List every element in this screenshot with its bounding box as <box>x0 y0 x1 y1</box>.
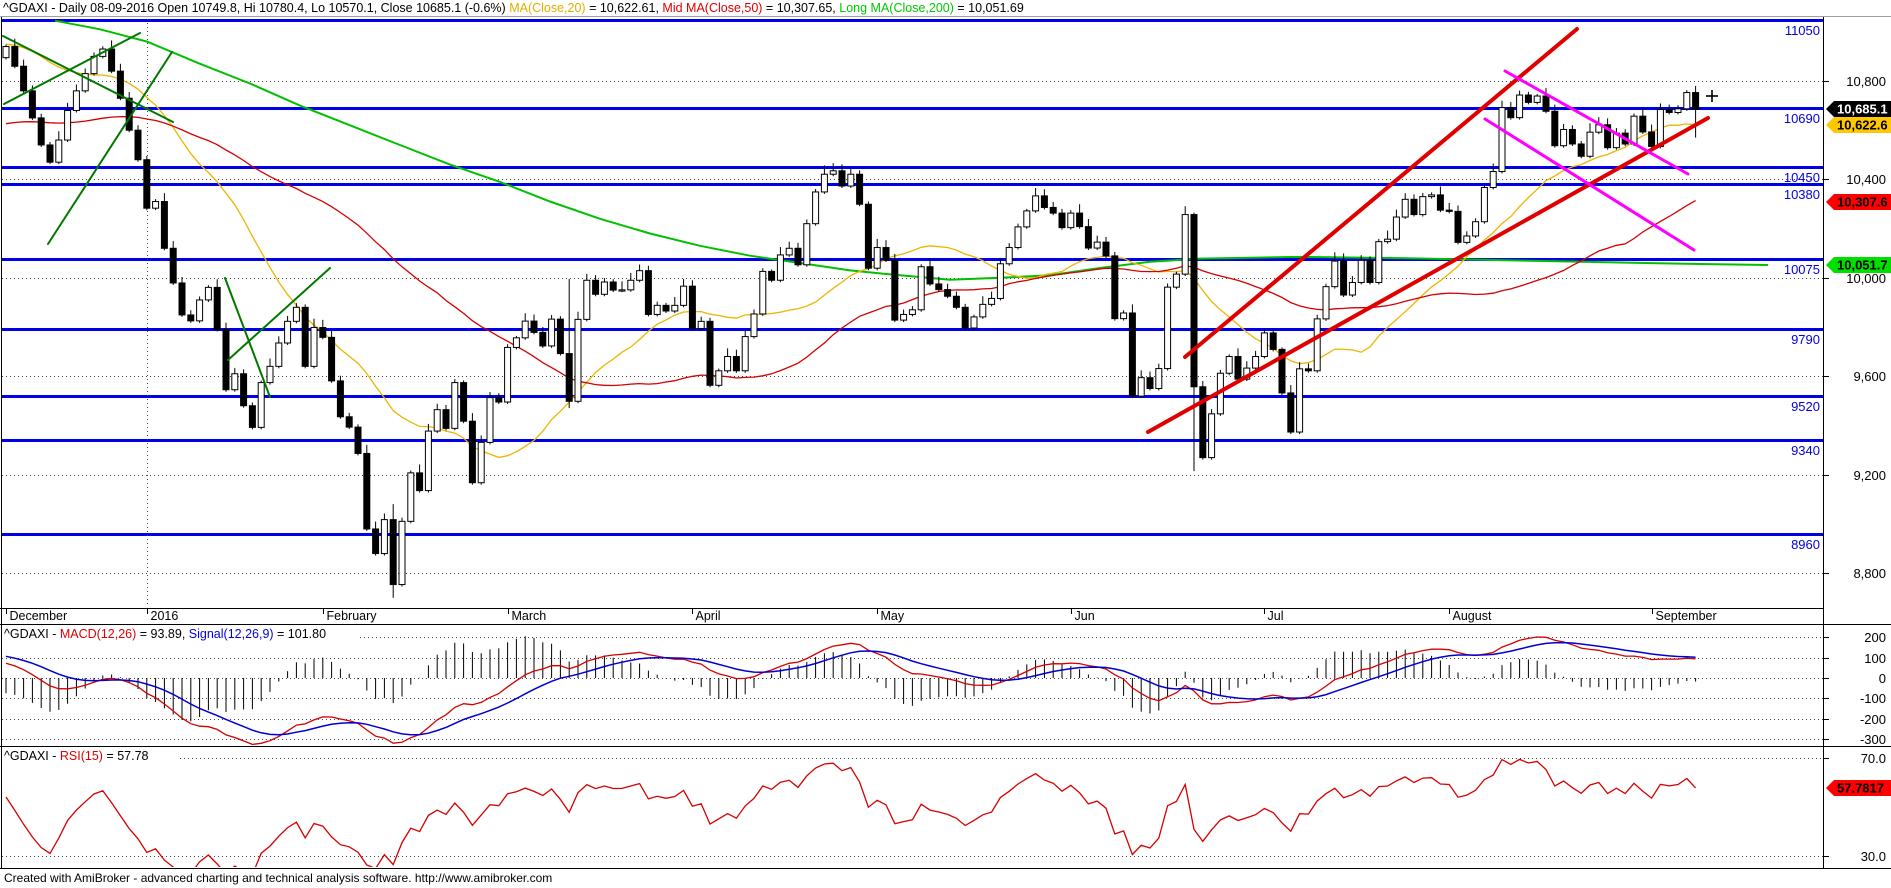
price-level-label: 10690 <box>1783 110 1820 126</box>
svg-text:10,307.6: 10,307.6 <box>1837 195 1888 210</box>
trendline-drawings[interactable] <box>2 27 1710 434</box>
rsi-label: RSI(15) <box>59 749 103 763</box>
macd-signal-line <box>5 641 1696 736</box>
rsi-panel-title: ^GDAXI - RSI(15) = 57.78 <box>4 749 148 763</box>
price-axis-label: 8,800 <box>1853 565 1886 581</box>
ma50-legend-label: Mid MA(Close,50) <box>662 1 763 15</box>
svg-text:10,685.1: 10,685.1 <box>1837 102 1888 117</box>
amibroker-credit: Created with AmiBroker - advanced charti… <box>4 871 553 885</box>
rsi-panel[interactable] <box>0 758 1891 875</box>
signal-label: Signal(12,26,9) <box>188 627 274 641</box>
chart-title-bar: ^GDAXI - Daily 08-09-2016 Open 10749.8, … <box>3 1 1024 15</box>
macd-label: MACD(12,26) <box>59 627 137 641</box>
rsi-value-tag: 57.7817 <box>1826 780 1891 796</box>
last-value-tag: 10,622.6 <box>1826 117 1891 133</box>
macd-axis-label: 200 <box>1864 629 1886 645</box>
month-label: September <box>1655 609 1717 623</box>
last-value-tag: 10,685.1 <box>1826 101 1891 117</box>
rsi-axis-label: 30.0 <box>1860 848 1886 864</box>
red-uptrend-lower <box>1146 116 1710 434</box>
amibroker-chart-window: ^GDAXI - Daily 08-09-2016 Open 10749.8, … <box>0 0 1891 888</box>
macd-value: = 93.89, <box>136 627 189 641</box>
macd-panel-title: ^GDAXI - MACD(12,26) = 93.89, Signal(12,… <box>4 627 326 641</box>
price-axis-label: 9,200 <box>1853 467 1886 483</box>
candlesticks[interactable] <box>2 38 1700 598</box>
macd-axis-label: -300 <box>1859 731 1886 747</box>
price-axis-label: 10,000 <box>1846 270 1886 286</box>
ma20-legend-label: MA(Close,20) <box>509 1 586 15</box>
price-level-label: 11050 <box>1784 22 1820 38</box>
rsi-value: = 57.78 <box>102 749 149 763</box>
ma20-legend-value: = 10,622.61, <box>585 1 663 15</box>
svg-text:57.7817: 57.7817 <box>1837 781 1884 796</box>
ma50-legend-value: = 10,307.65, <box>762 1 840 15</box>
ma200-legend-value: = 10,051.69 <box>953 1 1024 15</box>
ma50-line <box>5 115 1696 387</box>
price-level-label: 10380 <box>1783 186 1820 202</box>
month-label: Jun <box>1074 609 1095 623</box>
ma200-line <box>54 19 1769 281</box>
month-label: Jul <box>1267 609 1284 623</box>
price-axis-label: 10,400 <box>1846 171 1886 187</box>
last-value-tag: 10,307.6 <box>1826 194 1891 210</box>
macd-axis-label: -100 <box>1859 690 1886 706</box>
rsi-symbol: ^GDAXI - <box>4 749 60 763</box>
price-axis-label: 10,800 <box>1846 73 1886 89</box>
month-label: 2016 <box>150 609 179 623</box>
price-chart-canvas[interactable]: 10,685.110,622.610,307.610,051.757.7817 <box>0 0 1891 888</box>
rsi-line <box>5 758 1697 867</box>
macd-symbol: ^GDAXI - <box>4 627 60 641</box>
ohlc-summary: ^GDAXI - Daily 08-09-2016 Open 10749.8, … <box>3 1 510 15</box>
macd-axis-label: 0 <box>1878 670 1886 686</box>
moving-averages <box>5 19 1769 459</box>
price-axis-label: 9,600 <box>1853 368 1886 384</box>
rsi-axis-label: 70.0 <box>1860 750 1886 766</box>
month-label: December <box>9 609 68 623</box>
signal-value: = 101.80 <box>273 627 327 641</box>
green-wedge-3 <box>47 51 173 245</box>
date-axis <box>0 608 1891 625</box>
price-level-label: 10075 <box>1783 261 1820 277</box>
month-label: February <box>326 609 377 623</box>
svg-text:10,622.6: 10,622.6 <box>1837 118 1888 133</box>
month-label: May <box>880 609 905 623</box>
bar-cursor-crosshair <box>1706 90 1718 102</box>
month-label: August <box>1452 609 1492 623</box>
macd-panel[interactable] <box>0 636 1891 747</box>
price-level-label: 9340 <box>1791 442 1820 458</box>
ma200-legend-label: Long MA(Close,200) <box>839 1 954 15</box>
price-level-label: 9790 <box>1791 331 1820 347</box>
month-label: March <box>511 609 547 623</box>
macd-axis-label: -200 <box>1859 711 1886 727</box>
price-level-label: 8960 <box>1791 536 1820 552</box>
month-label: April <box>695 609 721 623</box>
macd-axis-label: 100 <box>1864 650 1886 666</box>
price-level-label: 9520 <box>1791 398 1820 414</box>
price-gridlines <box>2 81 1829 574</box>
price-level-label: 10450 <box>1783 169 1820 185</box>
